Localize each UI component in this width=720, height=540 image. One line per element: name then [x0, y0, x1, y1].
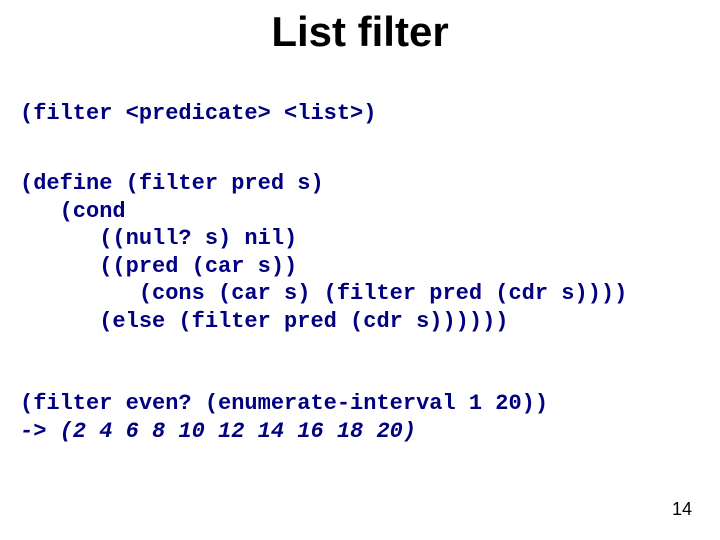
page-number: 14 — [672, 499, 692, 520]
filter-definition: (define (filter pred s) (cond ((null? s)… — [20, 170, 627, 335]
slide-title: List filter — [0, 8, 720, 56]
example-result: -> (2 4 6 8 10 12 14 16 18 20) — [20, 418, 416, 446]
slide: List filter (filter <predicate> <list>) … — [0, 0, 720, 540]
example-call: (filter even? (enumerate-interval 1 20)) — [20, 390, 548, 418]
filter-signature: (filter <predicate> <list>) — [20, 100, 376, 128]
